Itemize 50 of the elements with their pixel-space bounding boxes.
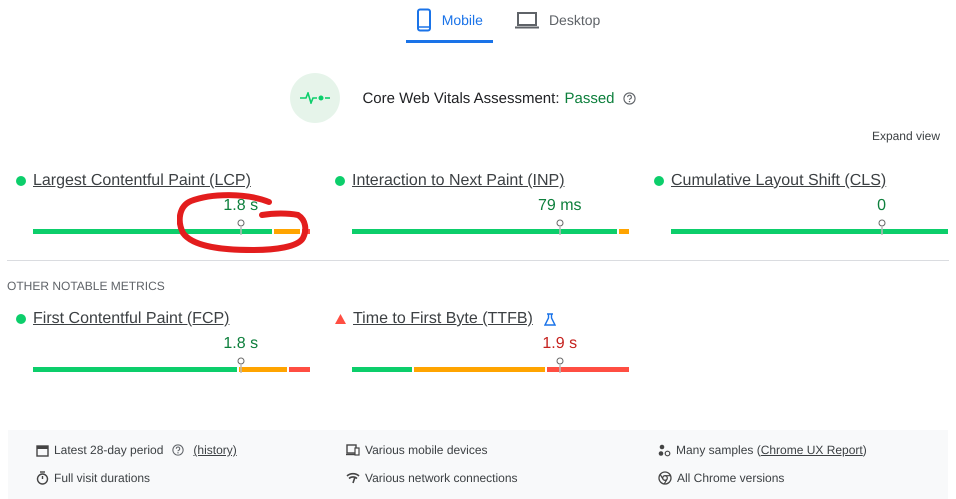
assessment-label: Core Web Vitals Assessment: [362,90,560,106]
info-text: All Chrome versions [677,471,784,485]
metric-link[interactable]: Cumulative Layout Shift (CLS) [671,172,886,190]
metric-value: 79 ms [538,197,582,216]
help-icon[interactable] [172,444,184,456]
distribution-segment [239,367,288,372]
metric-link[interactable]: Interaction to Next Paint (INP) [352,172,565,190]
info-text: ) [862,443,867,457]
device-tab[interactable]: Desktop [504,0,610,43]
expand-view-link[interactable]: Expand view [872,129,940,143]
assessment-result: Passed [564,90,615,106]
status-dot [16,176,26,186]
help-icon[interactable] [622,92,636,104]
report-link[interactable]: (history) [193,443,237,457]
device-tab[interactable]: Mobile [406,0,493,43]
info-text: Various mobile devices [365,443,488,457]
metric-link[interactable]: Largest Contentful Paint (LCP) [33,172,251,190]
signal-icon [346,472,360,484]
marker-pin-icon [556,357,564,373]
phone-icon [416,8,432,32]
marker-pin-icon [236,219,245,235]
marker-pin-icon [878,219,886,235]
marker-pin-icon [556,219,564,235]
metric-link[interactable]: Time to First Byte (TTFB) [353,310,533,328]
dots-icon [658,444,671,456]
laptop-icon [514,11,539,29]
info-text: Full visit durations [54,471,150,485]
info-text: Many samples ( [676,443,761,457]
distribution-segment [352,367,412,372]
status-dot [335,176,345,186]
metric-value: 1.9 s [542,335,578,354]
info-text: Various network connections [365,471,518,485]
marker-pin-icon [236,357,245,373]
warning-triangle-icon [335,314,346,324]
status-dot [16,314,26,324]
info-text: Latest 28-day period [54,443,164,457]
distribution-segment [619,229,629,234]
metric-value: 0 [877,197,886,216]
calendar-icon [36,444,49,456]
distribution-segment [289,367,310,372]
report-link[interactable]: Chrome UX Report [760,443,863,457]
timer-icon [36,471,49,485]
status-dot [654,176,664,186]
metric-value: 1.8 s [223,335,258,354]
distribution-segment [274,229,300,234]
chrome-icon [658,471,672,485]
devices-icon [346,444,360,456]
metric-value: 1.8 s [223,197,258,216]
metric-link[interactable]: First Contentful Paint (FCP) [33,310,230,328]
section-heading: OTHER NOTABLE METRICS [7,279,166,295]
